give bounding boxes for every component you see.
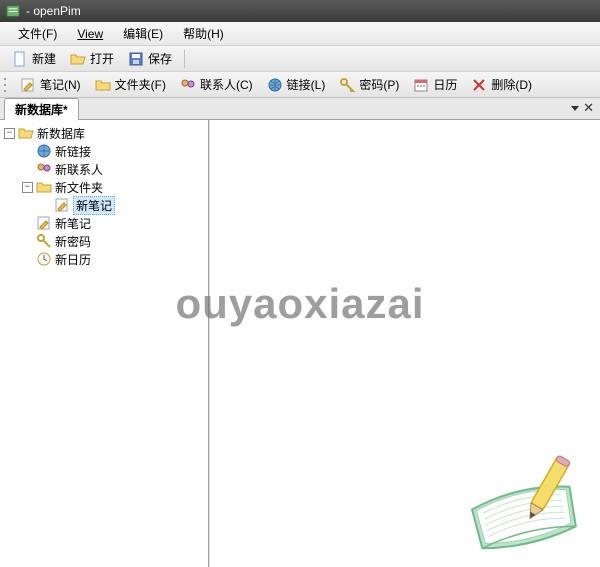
- menu-help[interactable]: 帮助(H): [173, 22, 234, 45]
- menu-view[interactable]: View: [67, 24, 113, 44]
- tree-item-calendar[interactable]: 新日历: [18, 250, 208, 268]
- new-button[interactable]: 新建: [6, 48, 62, 69]
- key-icon: [339, 77, 355, 93]
- menu-file[interactable]: 文件(F): [8, 22, 67, 45]
- calendar-button[interactable]: 日历: [407, 74, 463, 95]
- contacts-icon: [36, 161, 52, 177]
- window-title: - openPim: [26, 4, 594, 18]
- new-file-icon: [12, 51, 28, 67]
- new-contact-button[interactable]: 联系人(C): [174, 74, 259, 95]
- tree-root-label: 新数据库: [37, 125, 85, 142]
- collapse-icon[interactable]: −: [4, 128, 15, 139]
- tree-panel: − 新数据库 新链接 新联系人: [0, 120, 209, 567]
- tree-item-contact[interactable]: 新联系人: [18, 160, 208, 178]
- new-password-button[interactable]: 密码(P): [333, 74, 405, 95]
- window-titlebar: - openPim: [0, 0, 600, 22]
- note-icon: [20, 77, 36, 93]
- toolbar-separator: [184, 50, 185, 68]
- folder-icon: [95, 77, 111, 93]
- main-toolbar: 新建 打开 保存: [0, 46, 600, 72]
- folder-open-icon: [18, 125, 34, 141]
- globe-icon: [36, 143, 52, 159]
- menubar: 文件(F) View 编辑(E) 帮助(H): [0, 22, 600, 46]
- tab-database[interactable]: 新数据库*: [4, 98, 79, 120]
- delete-icon: [471, 77, 487, 93]
- new-folder-button[interactable]: 文件夹(F): [89, 74, 172, 95]
- note-icon: [36, 215, 52, 231]
- folder-icon: [36, 179, 52, 195]
- menu-edit[interactable]: 编辑(E): [113, 22, 173, 45]
- items-toolbar: 笔记(N) 文件夹(F) 联系人(C) 链接(L) 密码(P) 日历 删除(D): [0, 72, 600, 98]
- tree-item-note[interactable]: 新笔记: [18, 214, 208, 232]
- folder-open-icon: [70, 51, 86, 67]
- content-area: − 新数据库 新链接 新联系人: [0, 120, 600, 567]
- collapse-icon[interactable]: −: [22, 182, 33, 193]
- toolbar-grip[interactable]: [4, 76, 10, 94]
- note-icon: [54, 197, 70, 213]
- main-panel: [209, 120, 600, 567]
- tab-close-button[interactable]: ✕: [583, 100, 594, 116]
- clock-icon: [36, 251, 52, 267]
- tree-view[interactable]: − 新数据库 新链接 新联系人: [0, 124, 208, 268]
- tree-item-folder[interactable]: − 新文件夹: [18, 178, 208, 196]
- tree-root[interactable]: − 新数据库: [0, 124, 208, 142]
- tree-item-note-nested[interactable]: 新笔记: [36, 196, 208, 214]
- notebook-illustration: [452, 449, 592, 559]
- key-icon: [36, 233, 52, 249]
- tree-item-password[interactable]: 新密码: [18, 232, 208, 250]
- tree-item-link[interactable]: 新链接: [18, 142, 208, 160]
- save-button[interactable]: 保存: [122, 48, 178, 69]
- open-button[interactable]: 打开: [64, 48, 120, 69]
- calendar-icon: [413, 77, 429, 93]
- contacts-icon: [180, 77, 196, 93]
- delete-button[interactable]: 删除(D): [465, 74, 538, 95]
- new-link-button[interactable]: 链接(L): [261, 74, 332, 95]
- save-icon: [128, 51, 144, 67]
- tab-menu-dropdown[interactable]: [571, 106, 579, 111]
- globe-icon: [267, 77, 283, 93]
- tab-strip: 新数据库* ✕: [0, 98, 600, 120]
- new-note-button[interactable]: 笔记(N): [14, 74, 87, 95]
- app-icon: [6, 4, 20, 18]
